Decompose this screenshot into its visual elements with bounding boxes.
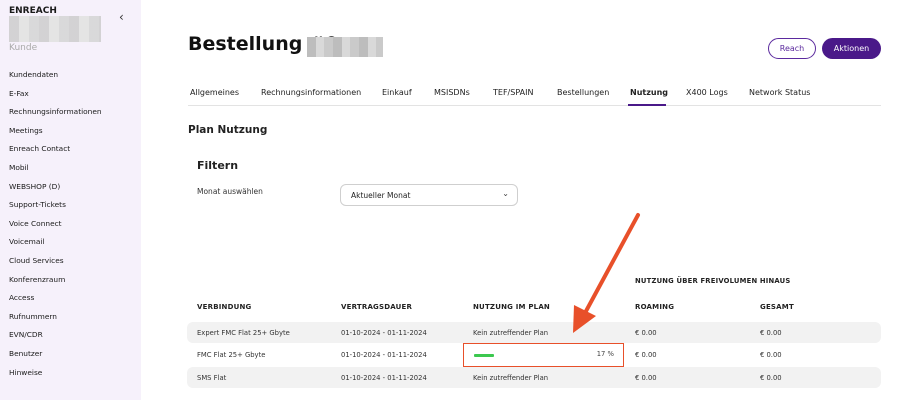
sidebar-item-meetings[interactable]: Meetings [9, 122, 102, 141]
collapse-sidebar-icon[interactable]: ‹ [119, 10, 124, 24]
usage-progress-bar [474, 354, 494, 357]
cell-gesamt: € 0.00 [760, 329, 782, 337]
sidebar-item-konferenzraum[interactable]: Konferenzraum [9, 271, 102, 290]
redacted-order-number [307, 37, 383, 57]
sidebar-item-voice-connect[interactable]: Voice Connect [9, 215, 102, 234]
chevron-down-icon: ⌄ [502, 189, 509, 198]
sidebar-menu: Kundendaten E-Fax Rechnungsinformationen… [9, 66, 102, 382]
sidebar: ENREACH ‹ Kunde Kundendaten E-Fax Rechnu… [0, 0, 141, 400]
sidebar-item-evn-cdr[interactable]: EVN/CDR [9, 326, 102, 345]
tab-bar: Allgemeines Rechnungsinformationen Einka… [188, 80, 881, 106]
plan-nutzung-heading: Plan Nutzung [188, 124, 268, 136]
tab-network-status[interactable]: Network Status [749, 88, 810, 97]
cell-vertragsdauer: 01-10-2024 - 01-11-2024 [341, 374, 427, 382]
sidebar-item-e-fax[interactable]: E-Fax [9, 85, 102, 104]
active-tab-indicator [628, 104, 666, 106]
cell-gesamt: € 0.00 [760, 351, 782, 359]
customer-label: Kunde [9, 43, 38, 53]
col-nutzung-im-plan: NUTZUNG IM PLAN [473, 303, 550, 311]
sidebar-item-rufnummern[interactable]: Rufnummern [9, 308, 102, 327]
redacted-customer-name [9, 16, 101, 42]
sidebar-item-rechnungsinformationen[interactable]: Rechnungsinformationen [9, 103, 102, 122]
tab-x400-logs[interactable]: X400 Logs [686, 88, 728, 97]
table-row: SMS Flat 01-10-2024 - 01-11-2024 Kein zu… [187, 367, 881, 388]
tab-nutzung[interactable]: Nutzung [630, 88, 668, 97]
cell-nutzung: Kein zutreffender Plan [473, 374, 549, 382]
month-select-label: Monat auswählen [197, 187, 263, 196]
tab-rechnungsinformationen[interactable]: Rechnungsinformationen [261, 88, 361, 97]
tab-einkauf[interactable]: Einkauf [382, 88, 412, 97]
sidebar-item-kundendaten[interactable]: Kundendaten [9, 66, 102, 85]
cell-roaming: € 0.00 [635, 374, 657, 382]
col-roaming: ROAMING [635, 303, 675, 311]
sidebar-item-voicemail[interactable]: Voicemail [9, 233, 102, 252]
tab-msisdns[interactable]: MSISDNs [434, 88, 470, 97]
cell-verbindung: FMC Flat 25+ Gbyte [197, 351, 266, 359]
aktionen-button[interactable]: Aktionen [822, 38, 881, 59]
cell-gesamt: € 0.00 [760, 374, 782, 382]
filter-heading: Filtern [197, 159, 239, 172]
usage-percent: 17 % [596, 350, 614, 358]
table-row: Expert FMC Flat 25+ Gbyte 01-10-2024 - 0… [187, 322, 881, 343]
col-verbindung: VERBINDUNG [197, 303, 252, 311]
cell-verbindung: SMS Flat [197, 374, 227, 382]
cell-nutzung: Kein zutreffender Plan [473, 329, 549, 337]
sidebar-item-enreach-contact[interactable]: Enreach Contact [9, 140, 102, 159]
sidebar-item-webshop[interactable]: WEBSHOP (D) [9, 178, 102, 197]
cell-roaming: € 0.00 [635, 351, 657, 359]
col-vertragsdauer: VERTRAGSDAUER [341, 303, 413, 311]
tab-allgemeines[interactable]: Allgemeines [190, 88, 239, 97]
brand-logo: ENREACH [9, 6, 57, 16]
month-select[interactable]: Aktueller Monat ⌄ [340, 184, 518, 206]
usage-progress-highlight: 17 % [463, 343, 624, 367]
cell-vertragsdauer: 01-10-2024 - 01-11-2024 [341, 329, 427, 337]
tab-tef-spain[interactable]: TEF/SPAIN [493, 88, 533, 97]
sidebar-item-support-tickets[interactable]: Support-Tickets [9, 196, 102, 215]
sidebar-item-mobil[interactable]: Mobil [9, 159, 102, 178]
cell-verbindung: Expert FMC Flat 25+ Gbyte [197, 329, 290, 337]
overage-group-header: NUTZUNG ÜBER FREIVOLUMEN HINAUS [635, 277, 791, 285]
col-gesamt: GESAMT [760, 303, 794, 311]
sidebar-item-hinweise[interactable]: Hinweise [9, 364, 102, 383]
reach-button[interactable]: Reach [768, 38, 816, 59]
sidebar-item-cloud-services[interactable]: Cloud Services [9, 252, 102, 271]
cell-vertragsdauer: 01-10-2024 - 01-11-2024 [341, 351, 427, 359]
sidebar-item-access[interactable]: Access [9, 289, 102, 308]
cell-roaming: € 0.00 [635, 329, 657, 337]
tab-bestellungen[interactable]: Bestellungen [557, 88, 609, 97]
sidebar-item-benutzer[interactable]: Benutzer [9, 345, 102, 364]
main-content: Bestellung #0 Reach Aktionen Allgemeines… [141, 0, 908, 400]
month-select-value: Aktueller Monat [351, 191, 411, 200]
